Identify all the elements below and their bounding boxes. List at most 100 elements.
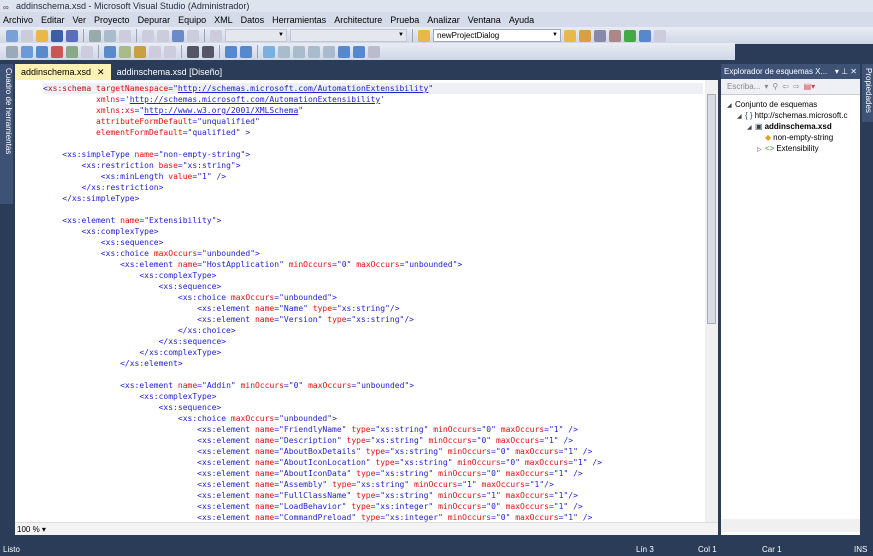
- next-bookmark-doc-icon[interactable]: [353, 45, 365, 58]
- tree-node[interactable]: ◢{ } http://schemas.microsoft.c: [721, 110, 860, 121]
- comment-icon[interactable]: [225, 45, 237, 58]
- bookmark-icon[interactable]: [263, 45, 275, 58]
- solution-config-combo[interactable]: ▼: [225, 29, 287, 42]
- schema-explorer-icon[interactable]: [21, 45, 33, 58]
- navigate-icon[interactable]: [172, 29, 184, 42]
- schemas-icon[interactable]: [6, 45, 18, 58]
- close-tab-icon[interactable]: ✕: [97, 67, 105, 77]
- extension-manager-icon[interactable]: [639, 29, 651, 42]
- xslt-icon[interactable]: [36, 45, 48, 58]
- search-icon[interactable]: ⚲: [772, 82, 778, 91]
- menu-xml[interactable]: XML: [214, 15, 233, 25]
- next-bookmark-icon[interactable]: [293, 45, 305, 58]
- window-icon[interactable]: [104, 45, 116, 58]
- menu-editar[interactable]: Editar: [41, 15, 65, 25]
- redo-icon[interactable]: [157, 29, 169, 42]
- url-link: http://schemas.microsoft.com/AutomationE…: [129, 95, 381, 104]
- panel-horizontal-scrollbar[interactable]: [721, 519, 860, 532]
- new-project-icon[interactable]: [6, 29, 18, 42]
- paste-icon[interactable]: [119, 29, 131, 42]
- uncomment-icon[interactable]: [240, 45, 252, 58]
- find-combo[interactable]: newProjectDialog ▼: [433, 29, 561, 42]
- copy-icon[interactable]: [104, 29, 116, 42]
- prev-bookmark-folder-icon[interactable]: [308, 45, 320, 58]
- menu-analizar[interactable]: Analizar: [427, 15, 460, 25]
- font-icon[interactable]: [149, 45, 161, 58]
- attribute-value: LoadBehavior: [283, 502, 342, 511]
- save-all-icon[interactable]: [66, 29, 78, 42]
- expander-icon[interactable]: ▷: [757, 145, 765, 156]
- tab-addinschema-xsd[interactable]: addinschema.xsd ✕: [15, 64, 111, 80]
- search-input[interactable]: Escriba...: [727, 82, 760, 91]
- prev-bookmark-doc-icon[interactable]: [338, 45, 350, 58]
- tree-node[interactable]: ◆ non-empty-string: [721, 132, 860, 143]
- horizontal-scrollbar[interactable]: 100 % ▾: [15, 522, 718, 535]
- attribute-value: unbounded: [409, 260, 453, 269]
- start-debug-icon[interactable]: [210, 29, 222, 42]
- solution-explorer-icon[interactable]: [564, 29, 576, 42]
- start-page-icon[interactable]: [624, 29, 636, 42]
- menu-depurar[interactable]: Depurar: [138, 15, 171, 25]
- tree-node[interactable]: ◢ ▣ addinschema.xsd: [721, 121, 860, 132]
- pin-icon[interactable]: ⊥: [841, 67, 848, 76]
- toolbox-icon[interactable]: [609, 29, 621, 42]
- dropdown-icon[interactable]: ▾: [835, 67, 839, 76]
- menu-equipo[interactable]: Equipo: [178, 15, 206, 25]
- xml-option-icon[interactable]: [81, 45, 93, 58]
- tag-delimiter: </: [177, 326, 188, 335]
- code-line: <xs:element name="AboutIconData" type="x…: [43, 468, 703, 479]
- vertical-scrollbar[interactable]: [705, 80, 718, 522]
- open-file-icon[interactable]: [36, 29, 48, 42]
- tab-addinschema-design[interactable]: addinschema.xsd [Diseño]: [111, 64, 229, 80]
- format-icon[interactable]: [134, 45, 146, 58]
- add-item-icon[interactable]: [21, 29, 33, 42]
- menu-proyecto[interactable]: Proyecto: [94, 15, 130, 25]
- attribute-name: maxOccurs: [500, 425, 545, 434]
- attribute-name: maxOccurs: [495, 436, 540, 445]
- decrease-indent-icon[interactable]: [187, 45, 199, 58]
- menu-architecture[interactable]: Architecture: [334, 15, 382, 25]
- attribute-name: name: [134, 150, 154, 159]
- close-icon[interactable]: ✕: [850, 67, 857, 76]
- platform-combo[interactable]: ▼: [290, 29, 407, 42]
- toolbox-strip[interactable]: Cuadro de herramientas: [0, 64, 13, 204]
- prev-bookmark-icon[interactable]: [278, 45, 290, 58]
- list-icon[interactable]: [164, 45, 176, 58]
- highlight-icon[interactable]: [119, 45, 131, 58]
- tag-delimiter: >: [211, 271, 217, 280]
- next-bookmark-folder-icon[interactable]: [323, 45, 335, 58]
- code-line: elementFormDefault="qualified" >: [43, 127, 703, 138]
- show-xslt-output-icon[interactable]: [66, 45, 78, 58]
- increase-indent-icon[interactable]: [202, 45, 214, 58]
- properties-strip[interactable]: Propiedades: [862, 64, 873, 122]
- tree-node[interactable]: ▷ <> Extensibility: [721, 143, 860, 154]
- undo-icon[interactable]: [142, 29, 154, 42]
- forward-icon[interactable]: ⇨: [793, 82, 800, 91]
- save-icon[interactable]: [51, 29, 63, 42]
- object-browser-icon[interactable]: [594, 29, 606, 42]
- code-area[interactable]: −<xs:schema targetNamespace="http://sche…: [43, 83, 703, 523]
- tree-node[interactable]: ◢ Conjunto de esquemas: [721, 99, 860, 110]
- menu-ayuda[interactable]: Ayuda: [509, 15, 534, 25]
- debug-xslt-icon[interactable]: [51, 45, 63, 58]
- scroll-thumb[interactable]: [707, 94, 716, 324]
- tag-name: xs:element: [129, 359, 178, 368]
- menu-archivo[interactable]: Archivo: [3, 15, 33, 25]
- menu-datos[interactable]: Datos: [241, 15, 265, 25]
- cut-icon[interactable]: [89, 29, 101, 42]
- menu-ver[interactable]: Ver: [73, 15, 87, 25]
- menu-ventana[interactable]: Ventana: [468, 15, 501, 25]
- back-icon[interactable]: ⇦: [782, 82, 789, 91]
- sort-icon[interactable]: ▤▾: [804, 82, 816, 91]
- toolbar-options-icon[interactable]: [654, 29, 666, 42]
- menu-herramientas[interactable]: Herramientas: [272, 15, 326, 25]
- properties-icon[interactable]: [579, 29, 591, 42]
- find-in-files-icon[interactable]: [418, 29, 430, 42]
- menu-prueba[interactable]: Prueba: [390, 15, 419, 25]
- navigate-forward-icon[interactable]: [187, 29, 199, 42]
- clear-bookmarks-icon[interactable]: [368, 45, 380, 58]
- xml-editor[interactable]: −<xs:schema targetNamespace="http://sche…: [15, 80, 718, 535]
- zoom-select[interactable]: 100 % ▾: [17, 524, 65, 535]
